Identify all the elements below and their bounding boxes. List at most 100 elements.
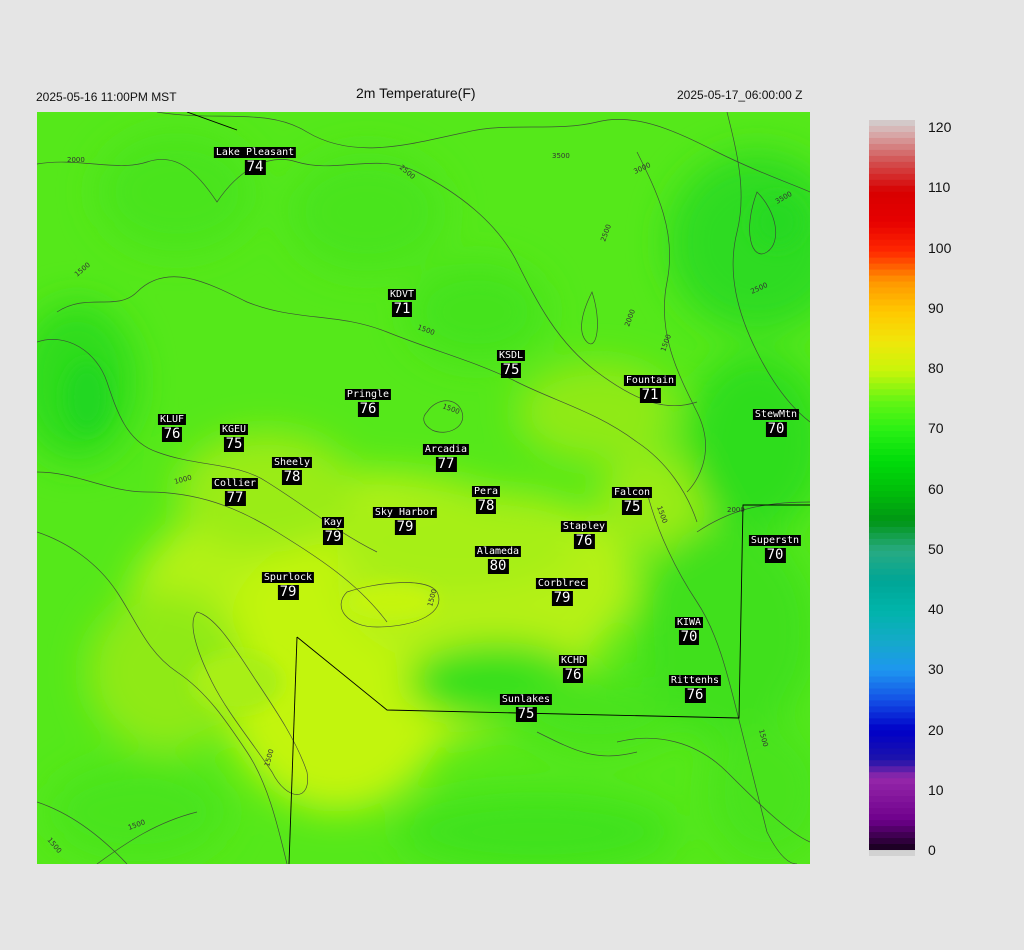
colorbar-segment [869, 694, 915, 702]
station-temperature: 75 [515, 706, 537, 722]
colorbar-segment [869, 257, 915, 265]
colorbar-segment [869, 137, 915, 145]
colorbar-segment [869, 748, 915, 755]
station-name: Arcadia [422, 444, 470, 455]
colorbar-tick-label: 80 [928, 360, 944, 376]
colorbar-segment [869, 335, 915, 342]
colorbar-segment [869, 413, 915, 420]
colorbar-segment [869, 490, 915, 498]
colorbar-tick-label: 100 [928, 239, 952, 256]
colorbar-segment [869, 281, 915, 289]
station-temperature: 75 [223, 436, 245, 452]
colorbar-segment [869, 790, 915, 797]
map-title: 2m Temperature(F) [356, 85, 476, 101]
colorbar-segment [869, 485, 915, 492]
colorbar-segment [869, 221, 915, 229]
colorbar-segment [869, 425, 915, 432]
station-lake-pleasant: Lake Pleasant 74 [213, 140, 297, 175]
colorbar-segment [869, 287, 915, 295]
colorbar-segment [869, 700, 915, 707]
station-kluf: KLUF 76 [157, 407, 187, 442]
station-temperature: 77 [224, 490, 246, 506]
colorbar-segment [869, 784, 915, 791]
colorbar-segment [869, 227, 915, 235]
station-name: Spurlock [261, 572, 315, 583]
colorbar-segment [869, 760, 915, 767]
map-canvas: 2000 2500 3500 3000 3500 2500 2000 2500 … [37, 112, 810, 864]
colorbar-segment [869, 724, 915, 731]
colorbar-segment [869, 323, 915, 331]
station-falcon: Falcon 75 [611, 480, 653, 515]
colorbar-segment [869, 449, 915, 456]
colorbar-segment [869, 419, 915, 426]
station-stewmtn: StewMtn 70 [752, 402, 800, 437]
colorbar-segment [869, 562, 915, 570]
colorbar-segment [869, 209, 915, 217]
station-temperature: 70 [678, 629, 700, 645]
colorbar-segment [869, 736, 915, 743]
temperature-map: 2000 2500 3500 3000 3500 2500 2000 2500 … [37, 112, 810, 864]
colorbar-segment [869, 766, 915, 773]
colorbar-tick-label: 90 [928, 299, 944, 316]
colorbar-tick-label: 10 [928, 781, 944, 798]
station-corblrec: Corblrec 79 [535, 571, 589, 606]
station-kay: Kay 79 [321, 510, 345, 545]
station-name: KDVT [387, 289, 417, 300]
valid-time-local: 2025-05-16 11:00PM MST [36, 90, 177, 104]
colorbar-segment [869, 658, 915, 666]
colorbar-segment [869, 311, 915, 319]
colorbar-segment [869, 772, 915, 779]
colorbar-segment [869, 239, 915, 247]
colorbar-segment [869, 461, 915, 468]
station-temperature: 76 [562, 667, 584, 683]
colorbar-segment [869, 526, 915, 534]
contour-label: 2000 [67, 156, 85, 164]
station-temperature: 79 [277, 584, 299, 600]
station-name: KGEU [219, 424, 249, 435]
colorbar-tick-label: 70 [928, 420, 944, 437]
colorbar-segment [869, 407, 915, 414]
colorbar-segment [869, 664, 915, 672]
colorbar-segment [869, 443, 915, 450]
colorbar-segment [869, 778, 915, 785]
colorbar-segment [869, 251, 915, 259]
colorbar-segment [869, 293, 915, 301]
station-name: Sheely [271, 457, 313, 468]
colorbar-segment [869, 496, 915, 504]
colorbar-segment [869, 197, 915, 205]
station-temperature: 70 [765, 421, 787, 437]
station-temperature: 79 [551, 590, 573, 606]
station-temperature: 70 [764, 547, 786, 563]
station-stapley: Stapley 76 [560, 514, 608, 549]
colorbar-segment [869, 622, 915, 630]
colorbar-segment [869, 203, 915, 211]
colorbar-tick-label: 30 [928, 661, 944, 678]
colorbar-segment [869, 538, 915, 546]
station-temperature: 71 [391, 301, 413, 317]
colorbar-segment [869, 473, 915, 480]
station-temperature: 77 [435, 456, 457, 472]
station-name: Corblrec [535, 578, 589, 589]
colorbar-segment [869, 161, 915, 169]
colorbar-segment [869, 329, 915, 337]
colorbar-segment [869, 125, 915, 133]
colorbar-segment [869, 353, 915, 360]
colorbar-segment [869, 149, 915, 157]
colorbar-segment [869, 598, 915, 606]
station-name: Collier [211, 478, 259, 489]
colorbar-tick-label: 110 [928, 179, 951, 196]
colorbar-segment [869, 317, 915, 325]
station-temperature: 74 [244, 159, 266, 175]
colorbar-segment [869, 646, 915, 654]
colorbar-segment [869, 191, 915, 199]
colorbar-segment [869, 401, 915, 408]
valid-time-utc: 2025-05-17_06:00:00 Z [677, 88, 803, 102]
colorbar-segment [869, 844, 915, 851]
colorbar-segment [869, 389, 915, 396]
colorbar-segment [869, 341, 915, 348]
colorbar-segment [869, 670, 915, 678]
colorbar-segment [869, 814, 915, 821]
colorbar-tick-label: 40 [928, 601, 944, 617]
colorbar-segment [869, 215, 915, 223]
colorbar-segment [869, 628, 915, 636]
